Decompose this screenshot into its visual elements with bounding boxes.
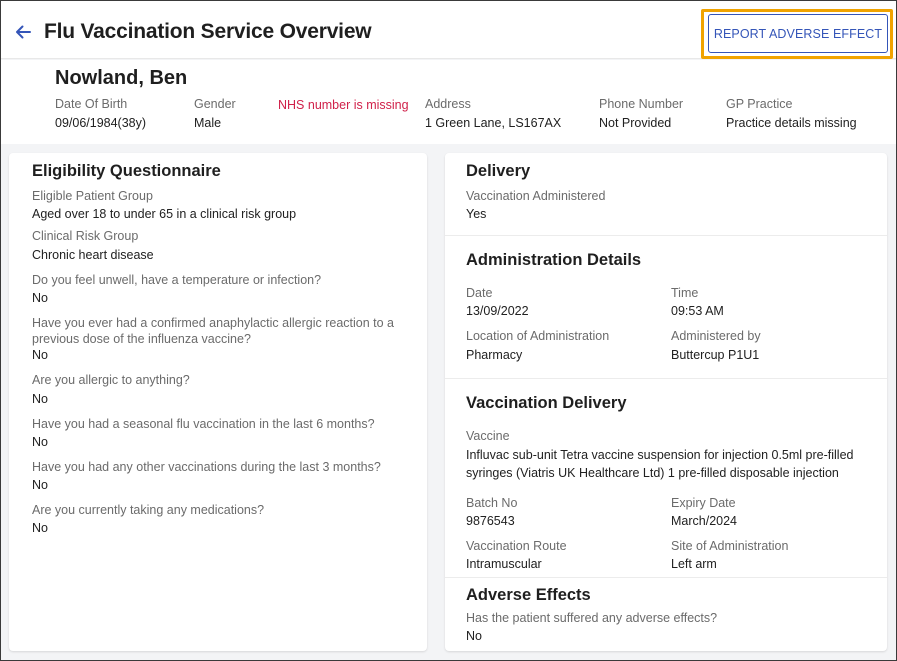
patient-banner: Nowland, Ben Date Of Birth 09/06/1984(38… (1, 60, 896, 144)
vaccination-administered-value: Yes (466, 207, 487, 221)
phone-label: Phone Number (599, 97, 684, 111)
administration-title: Administration Details (466, 251, 642, 269)
gp-practice-field: GP Practice Practice details missing (726, 97, 857, 130)
seasonal-flu-question-label: Have you had a seasonal flu vaccination … (32, 417, 375, 431)
date-label: Date (466, 286, 493, 300)
vaccination-administered-label: Vaccination Administered (466, 189, 606, 203)
administered-by-value: Buttercup P1U1 (671, 348, 760, 362)
page-title: Flu Vaccination Service Overview (44, 20, 372, 43)
time-label: Time (671, 286, 699, 300)
other-vaccinations-question-value: No (32, 478, 48, 492)
allergic-question-value: No (32, 392, 48, 406)
batch-no-label: Batch No (466, 496, 518, 510)
dob-field: Date Of Birth 09/06/1984(38y) (55, 97, 146, 130)
gp-practice-label: GP Practice (726, 97, 793, 111)
site-label: Site of Administration (671, 539, 789, 553)
eligibility-card: Eligibility Questionnaire Eligible Patie… (9, 153, 427, 651)
phone-field: Phone Number Not Provided (599, 97, 683, 130)
eligible-group-label: Eligible Patient Group (32, 189, 153, 203)
page-header: Flu Vaccination Service Overview REPORT … (1, 1, 896, 59)
details-card: Delivery Vaccination Administered Yes Ad… (445, 153, 887, 651)
gender-field: Gender Male (194, 97, 236, 130)
app-frame: Flu Vaccination Service Overview REPORT … (0, 0, 897, 661)
date-value: 13/09/2022 (466, 304, 529, 318)
clinical-risk-value: Chronic heart disease (32, 248, 154, 262)
medications-question-label: Are you currently taking any medications… (32, 503, 265, 517)
address-field: Address 1 Green Lane, LS167AX (425, 97, 561, 130)
batch-no-value: 9876543 (466, 514, 515, 528)
gender-value: Male (194, 116, 222, 130)
vaccination-delivery-title: Vaccination Delivery (466, 394, 627, 412)
gp-practice-warning: Practice details missing (726, 116, 857, 130)
nhs-number-warning: NHS number is missing (278, 98, 409, 112)
vaccination-route-label: Vaccination Route (466, 539, 567, 553)
gender-label: Gender (194, 97, 236, 111)
expiry-date-value: March/2024 (671, 514, 738, 528)
report-adverse-effect-button[interactable]: REPORT ADVERSE EFFECT (708, 14, 888, 53)
vaccine-value: Influvac sub-unit Tetra vaccine suspensi… (466, 448, 854, 480)
vaccination-route-value: Intramuscular (466, 557, 542, 571)
administered-by-label: Administered by (671, 329, 761, 343)
eligibility-title: Eligibility Questionnaire (32, 162, 221, 180)
other-vaccinations-question-label: Have you had any other vaccinations duri… (32, 460, 381, 474)
address-label: Address (425, 97, 471, 111)
location-value: Pharmacy (466, 348, 523, 362)
back-arrow-icon[interactable] (13, 22, 33, 42)
adverse-question-label: Has the patient suffered any adverse eff… (466, 611, 718, 625)
clinical-risk-label: Clinical Risk Group (32, 229, 139, 243)
divider (445, 235, 887, 236)
seasonal-flu-question-value: No (32, 435, 48, 449)
divider (445, 577, 887, 578)
phone-value: Not Provided (599, 116, 672, 130)
address-value: 1 Green Lane, LS167AX (425, 116, 562, 130)
location-label: Location of Administration (466, 329, 610, 343)
vaccine-label: Vaccine (466, 429, 510, 443)
unwell-question-value: No (32, 291, 48, 305)
patient-name: Nowland, Ben (55, 67, 188, 89)
medications-question-value: No (32, 521, 48, 535)
unwell-question-label: Do you feel unwell, have a temperature o… (32, 273, 322, 287)
site-value: Left arm (671, 557, 717, 571)
allergic-question-label: Are you allergic to anything? (32, 373, 190, 387)
anaphylactic-question-value: No (32, 348, 48, 362)
time-value: 09:53 AM (671, 304, 724, 318)
adverse-question-value: No (466, 629, 482, 643)
expiry-date-label: Expiry Date (671, 496, 736, 510)
dob-label: Date Of Birth (55, 97, 128, 111)
adverse-effects-title: Adverse Effects (466, 586, 591, 604)
delivery-title: Delivery (466, 162, 531, 180)
divider (445, 378, 887, 379)
anaphylactic-question-label: Have you ever had a confirmed anaphylact… (32, 316, 395, 346)
eligible-group-value: Aged over 18 to under 65 in a clinical r… (32, 207, 297, 221)
dob-value: 09/06/1984(38y) (55, 116, 147, 130)
